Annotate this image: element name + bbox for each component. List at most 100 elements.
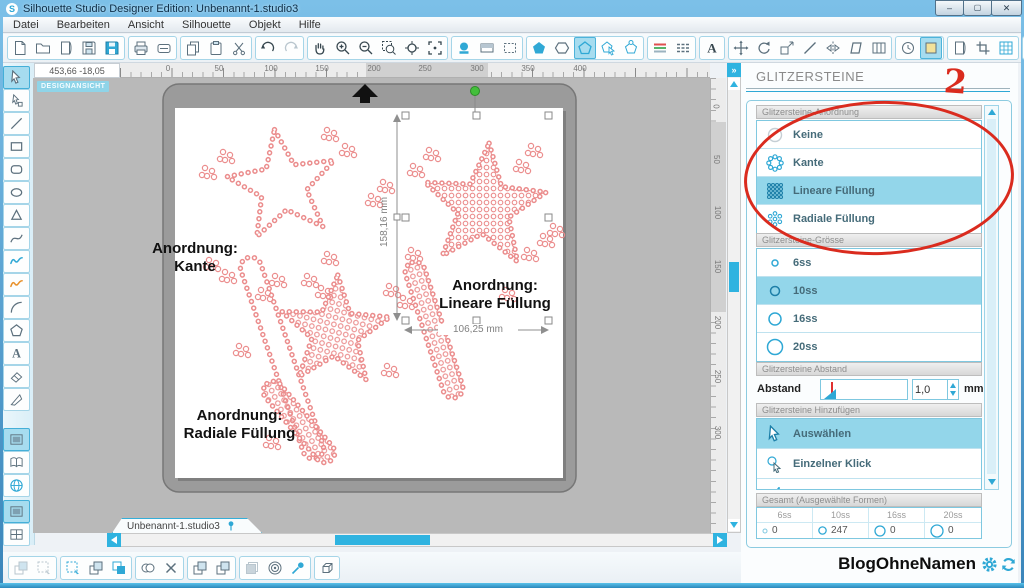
- panel-scrollbar-thumb[interactable]: [987, 119, 996, 474]
- fit-to-page-button[interactable]: [424, 37, 446, 59]
- panel-scroll-down-icon[interactable]: [988, 479, 996, 485]
- eraser-tool[interactable]: [3, 365, 30, 388]
- weld-button[interactable]: [137, 557, 159, 579]
- option-auswaehlen[interactable]: Auswählen: [757, 419, 981, 449]
- rounded-rectangle-tool[interactable]: [3, 158, 30, 181]
- line-style-button[interactable]: [672, 37, 694, 59]
- option-lineare-fuellung[interactable]: Lineare Füllung: [757, 177, 981, 205]
- polygon-tool[interactable]: [3, 204, 30, 227]
- arc-tool[interactable]: [3, 296, 30, 319]
- rhinestone-shape-button[interactable]: [574, 37, 596, 59]
- fill-gradient-button[interactable]: [476, 37, 498, 59]
- option-kante[interactable]: Kante: [757, 149, 981, 177]
- zoom-selection-button[interactable]: [378, 37, 400, 59]
- replicate-left-button[interactable]: [189, 557, 211, 579]
- option-radiale-fuellung[interactable]: Radiale Füllung: [757, 205, 981, 233]
- drag-zoom-button[interactable]: [401, 37, 423, 59]
- transform-move-button[interactable]: [730, 37, 752, 59]
- fill-color-button[interactable]: [453, 37, 475, 59]
- menu-objekt[interactable]: Objekt: [249, 19, 281, 31]
- shape-nodes-button[interactable]: [620, 37, 642, 59]
- menu-bearbeiten[interactable]: Bearbeiten: [57, 19, 110, 31]
- send-backward-button[interactable]: [85, 557, 107, 579]
- page-color-button[interactable]: [920, 37, 942, 59]
- horizontal-scrollbar-thumb[interactable]: [335, 535, 430, 545]
- label-lineare-fuellung[interactable]: Anordnung:Lineare Füllung: [428, 277, 562, 313]
- text-tool[interactable]: [3, 342, 30, 365]
- vertical-scrollbar[interactable]: [727, 63, 741, 533]
- transform-rotate-button[interactable]: [753, 37, 775, 59]
- shear-button[interactable]: [845, 37, 867, 59]
- select-same-button[interactable]: [62, 557, 84, 579]
- menu-ansicht[interactable]: Ansicht: [128, 19, 164, 31]
- draw-line-button[interactable]: [799, 37, 821, 59]
- group-button[interactable]: [10, 557, 32, 579]
- save-button[interactable]: [78, 37, 100, 59]
- transform-scale-button[interactable]: [776, 37, 798, 59]
- knife-tool[interactable]: [3, 388, 30, 411]
- cut-button[interactable]: [228, 37, 250, 59]
- minimize-button[interactable]: [935, 0, 964, 16]
- copy-button[interactable]: [182, 37, 204, 59]
- edit-points-tool[interactable]: [3, 89, 30, 112]
- store-tool[interactable]: [3, 474, 30, 497]
- abstand-slider[interactable]: [820, 379, 908, 400]
- panel-scroll-up-icon[interactable]: [988, 109, 996, 115]
- abstand-input[interactable]: [912, 379, 948, 400]
- option-6ss[interactable]: 6ss: [757, 249, 981, 277]
- grid-settings-button[interactable]: [995, 37, 1017, 59]
- label-kante[interactable]: Anordnung:Kante: [130, 240, 260, 276]
- text-style-button[interactable]: [701, 37, 723, 59]
- curve-tool[interactable]: [3, 227, 30, 250]
- rotation-handle[interactable]: [471, 87, 480, 96]
- scroll-left-button[interactable]: [107, 533, 121, 547]
- select-tool[interactable]: [3, 66, 30, 89]
- line-color-button[interactable]: [649, 37, 671, 59]
- document-tab[interactable]: Unbenannt-1.studio3: [112, 518, 262, 533]
- fill-pattern-button[interactable]: [499, 37, 521, 59]
- print-button[interactable]: [130, 37, 152, 59]
- extrude-button[interactable]: [316, 557, 338, 579]
- close-button[interactable]: [991, 0, 1022, 16]
- align-columns-button[interactable]: [868, 37, 890, 59]
- library-tool[interactable]: [3, 451, 30, 474]
- menu-silhouette[interactable]: Silhouette: [182, 19, 231, 31]
- shadow-button[interactable]: [241, 557, 263, 579]
- option-10ss[interactable]: 10ss: [757, 277, 981, 305]
- send-to-silhouette-button[interactable]: [153, 37, 175, 59]
- vertical-scrollbar-thumb[interactable]: [729, 262, 739, 292]
- page-setup-button[interactable]: [949, 37, 971, 59]
- design-page-tool[interactable]: [3, 428, 30, 451]
- line-tool[interactable]: [3, 112, 30, 135]
- spinner-down-icon[interactable]: [950, 391, 956, 396]
- open-button[interactable]: [32, 37, 54, 59]
- scroll-right-button[interactable]: [713, 533, 727, 547]
- option-freihand[interactable]: Freihand: [757, 479, 981, 490]
- replicate-right-button[interactable]: [212, 557, 234, 579]
- shape-outline-button[interactable]: [551, 37, 573, 59]
- option-einzelner-klick[interactable]: Einzelner Klick: [757, 449, 981, 479]
- scroll-up-button[interactable]: [728, 78, 740, 90]
- menu-hilfe[interactable]: Hilfe: [299, 19, 321, 31]
- color-picker-button[interactable]: [287, 557, 309, 579]
- shape-cursor-button[interactable]: [597, 37, 619, 59]
- panel-scrollbar[interactable]: [984, 105, 999, 490]
- spinner-up-icon[interactable]: [950, 383, 956, 388]
- rectangle-tool[interactable]: [3, 135, 30, 158]
- offset-button[interactable]: [264, 557, 286, 579]
- delete-button[interactable]: [160, 557, 182, 579]
- option-keine[interactable]: Keine: [757, 121, 981, 149]
- pan-tool-button[interactable]: [309, 37, 331, 59]
- settings-gear-icon[interactable]: [981, 556, 998, 573]
- sync-icon[interactable]: [1000, 556, 1017, 573]
- registration-marks-button[interactable]: [972, 37, 994, 59]
- save-to-library-button[interactable]: [101, 37, 123, 59]
- mirror-button[interactable]: [822, 37, 844, 59]
- option-20ss[interactable]: 20ss: [757, 333, 981, 361]
- zoom-out-button[interactable]: [355, 37, 377, 59]
- single-view-button[interactable]: [3, 500, 30, 523]
- design-canvas[interactable]: [33, 78, 710, 533]
- redo-button[interactable]: [280, 37, 302, 59]
- slider-thumb[interactable]: [824, 389, 836, 399]
- open-library-button[interactable]: [55, 37, 77, 59]
